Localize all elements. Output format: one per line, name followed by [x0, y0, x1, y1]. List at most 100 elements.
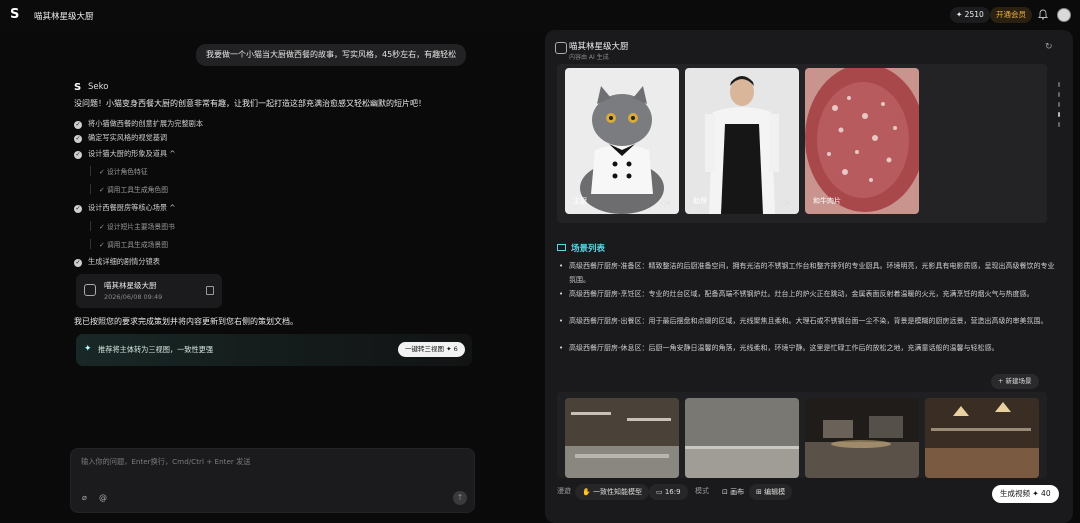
model-selector[interactable]: ✋ 一致性知能模型 — [575, 484, 649, 500]
document-panel: 喵其林星级大厨 内容由 AI 生成 ↻ 主厨 ◁× 助理 ◁× 和牛肉片 场景列… — [545, 30, 1073, 523]
canvas-icon: ⊡ — [722, 488, 731, 496]
scene-card[interactable] — [685, 398, 799, 478]
scroll-indicator[interactable] — [1058, 102, 1060, 107]
aspect-ratio-selector[interactable]: ▭ 16:9 — [649, 484, 688, 500]
copy-icon[interactable] — [206, 286, 214, 295]
step-item: ✓ 确定写实风格的视觉基调 — [74, 133, 167, 143]
scroll-indicator[interactable] — [1058, 92, 1060, 97]
sub-step-item: ✓ 调用工具生成角色图 — [90, 184, 168, 194]
character-label: 主厨 — [573, 197, 587, 205]
document-icon — [555, 42, 567, 54]
mention-icon[interactable]: @ — [99, 493, 107, 502]
assistant-chef-image — [705, 76, 779, 214]
kitchen-scene-image — [565, 398, 679, 478]
check-icon: ✓ — [74, 151, 82, 159]
chat-panel: 我要做一个小猫当大厨做西餐的故事，写实风格，45秒左右，有趣轻松 S Seko 没… — [0, 30, 540, 523]
sub-step-label: 调用工具生成场景图 — [106, 241, 169, 249]
check-icon: ✓ — [74, 135, 82, 143]
mode-label: 漫遊 — [557, 487, 571, 495]
model-label: 一致性知能模型 — [592, 488, 642, 496]
canvas-button[interactable]: ⊡ 画布 — [715, 484, 751, 500]
document-date: 2026/06/08 09:49 — [104, 293, 163, 301]
kitchen-scene-image — [805, 398, 919, 478]
attach-icon[interactable]: ⌀ — [82, 493, 87, 502]
mute-icon[interactable]: ◁× — [780, 199, 791, 207]
step-item: ✓ 将小猫做西餐的创意扩展为完整剧本 — [74, 119, 203, 129]
check-icon: ✓ — [74, 259, 82, 267]
scene-section-title: 场景列表 — [557, 242, 605, 254]
edit-mode-button[interactable]: ⊞ 编辑模 — [749, 484, 793, 500]
character-label: 助理 — [693, 197, 707, 205]
step-item: ✓ 生成详细的剧情分镜表 — [74, 257, 160, 267]
scene-card[interactable] — [805, 398, 919, 478]
sub-step-item: ✓ 设计角色特征 — [90, 166, 148, 176]
mute-icon[interactable]: ◁× — [660, 199, 671, 207]
wagyu-image — [805, 68, 919, 212]
sub-step-item: ✓ 调用工具生成场景图 — [90, 239, 168, 249]
step-label: 生成详细的剧情分镜表 — [88, 257, 160, 266]
bell-icon[interactable] — [1038, 9, 1048, 20]
chevron-up-icon[interactable]: ^ — [169, 149, 175, 158]
style-label: 模式 — [695, 487, 709, 495]
user-message: 我要做一个小猫当大厨做西餐的故事，写实风格，45秒左右，有趣轻松 — [196, 44, 467, 66]
sub-step-label: 调用工具生成角色图 — [106, 186, 169, 194]
generate-video-button[interactable]: 生成视频 ✦ 40 — [992, 485, 1059, 503]
document-icon — [84, 284, 96, 296]
check-icon: ✓ — [74, 205, 82, 213]
ratio-icon: ▭ — [656, 488, 665, 496]
avatar[interactable] — [1057, 8, 1071, 22]
check-icon: ✓ — [74, 121, 82, 129]
refresh-icon[interactable]: ↻ — [1045, 42, 1053, 52]
sub-step-label: 设计短片主要场景图书 — [106, 223, 175, 231]
scene-description: 高级西餐厅厨房-烹饪区：专业的灶台区域，配备高端不锈钢炉灶。灶台上的炉火正在跳动… — [559, 288, 1059, 302]
step-label: 确定写实风格的视觉基调 — [88, 133, 168, 142]
sub-step-label: 设计角色特征 — [106, 168, 148, 176]
document-title: 喵其林星级大厨 — [104, 281, 157, 290]
step-label: 设计西餐厨房等核心场景 — [88, 203, 168, 212]
new-scene-button[interactable]: + 新建场景 — [991, 374, 1039, 389]
scene-card[interactable] — [565, 398, 679, 478]
chevron-up-icon[interactable]: ^ — [169, 203, 175, 212]
app-title: 喵其林星级大厨 — [34, 12, 94, 22]
scroll-indicator[interactable] — [1058, 82, 1060, 87]
character-card[interactable]: 主厨 ◁× — [565, 68, 679, 214]
promo-text: 推荐将主体转为三视图，一致性更强 — [98, 345, 214, 354]
scroll-indicator[interactable] — [1058, 122, 1060, 127]
step-item[interactable]: ✓ 设计猫大厨的形象及道具 ^ — [74, 149, 175, 159]
character-card[interactable]: 助理 ◁× — [685, 68, 799, 214]
scene-description: 高级西餐厅厨房-准备区：精致整洁的后厨准备空间，拥有光洁的不锈钢工作台和整齐排列… — [559, 260, 1059, 287]
message-composer[interactable]: 输入你的问题，Enter换行，Cmd/Ctrl + Enter 发送 ⌀ @ ↑ — [70, 448, 475, 513]
edit-icon: ⊞ — [756, 488, 765, 496]
seko-logo-icon[interactable]: S — [10, 8, 22, 22]
seko-logo-icon: S — [74, 82, 82, 93]
assistant-intro: 没问题！小猫变身西餐大厨的创意非常有趣，让我们一起打造这部充满治愈感又轻松幽默的… — [74, 99, 426, 108]
sparkle-icon: ✦ — [84, 344, 92, 354]
character-card[interactable]: 和牛肉片 — [805, 68, 919, 214]
promo-banner: ✦ 推荐将主体转为三视图，一致性更强 一键转三视图 ✦ 6 — [76, 334, 472, 366]
assistant-name: Seko — [88, 82, 109, 92]
sub-step-item: ✓ 设计短片主要场景图书 — [90, 221, 175, 231]
completion-message: 我已按照您的要求完成策划并将内容更新到您右侧的策划文档。 — [74, 317, 298, 326]
model-icon: ✋ — [582, 488, 593, 496]
kitchen-scene-image — [925, 398, 1039, 478]
step-label: 将小猫做西餐的创意扩展为完整剧本 — [88, 119, 204, 128]
send-button[interactable]: ↑ — [453, 491, 467, 505]
scene-card[interactable] — [925, 398, 1039, 478]
membership-button[interactable]: 开通会员 — [990, 7, 1032, 23]
panel-title: 喵其林星级大厨 — [569, 42, 629, 52]
convert-three-view-button[interactable]: 一键转三视图 ✦ 6 — [398, 342, 465, 357]
panel-subtitle: 内容由 AI 生成 — [569, 54, 609, 61]
image-icon — [557, 244, 566, 251]
scene-description: 高级西餐厅厨房-出餐区：用于最后摆盘和点缀的区域，光线聚焦且柔和。大理石或不锈钢… — [559, 315, 1059, 329]
scroll-indicator[interactable] — [1058, 112, 1060, 117]
kitchen-scene-image — [685, 398, 799, 478]
step-item[interactable]: ✓ 设计西餐厨房等核心场景 ^ — [74, 203, 175, 213]
credits-badge[interactable]: ✦ 2510 — [950, 7, 990, 23]
assistant-header: S Seko — [74, 82, 108, 93]
composer-placeholder[interactable]: 输入你的问题，Enter换行，Cmd/Ctrl + Enter 发送 — [81, 457, 251, 467]
cat-chef-image — [580, 86, 664, 214]
canvas-label: 画布 — [730, 488, 745, 496]
document-card[interactable]: 喵其林星级大厨 2026/06/08 09:49 — [76, 274, 222, 308]
top-bar: S 喵其林星级大厨 ✦ 2510 开通会员 — [0, 0, 1080, 30]
character-label: 和牛肉片 — [813, 197, 841, 205]
